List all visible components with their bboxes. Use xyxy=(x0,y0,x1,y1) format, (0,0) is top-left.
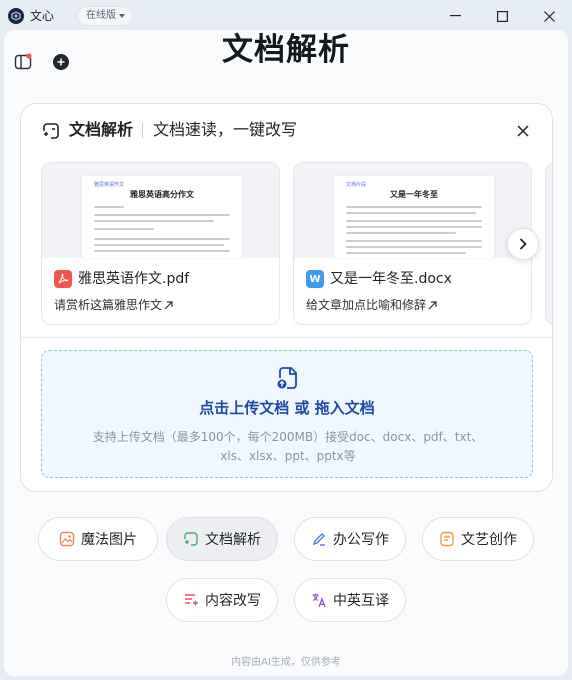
file-name: 又是一年冬至.docx xyxy=(330,271,452,287)
note-icon xyxy=(440,531,454,547)
chip-label: 办公写作 xyxy=(333,532,389,548)
preview-header: 文档片段 xyxy=(346,182,367,188)
card-title: 文档解析 xyxy=(69,120,134,139)
minimize-icon xyxy=(449,15,461,17)
word-icon: W xyxy=(306,270,324,288)
caret-down-icon xyxy=(119,14,125,18)
chip-office-writing[interactable]: 办公写作 xyxy=(294,517,406,561)
pdf-icon xyxy=(54,270,72,288)
pen-icon xyxy=(312,533,325,546)
card-header: 文档解析 文档速读，一键改写 xyxy=(21,104,552,158)
version-selector[interactable]: 在线版 xyxy=(77,6,133,26)
file-name: 雅思英语作文.pdf xyxy=(78,271,190,287)
doc-parse-card: 文档解析 文档速读，一键改写 雅思英语作文 雅思英语高分作文 雅思英语作文.pd… xyxy=(20,103,553,492)
preview-title: 雅思英语高分作文 xyxy=(130,190,194,199)
doc-thumbnail: 文档片段 又是一年冬至 xyxy=(334,176,494,258)
page-title: 文档解析 xyxy=(222,32,350,68)
arrow-up-right-icon xyxy=(164,300,173,309)
translate-icon xyxy=(312,593,326,608)
app-name: 文心 xyxy=(30,9,55,23)
app-logo-icon xyxy=(8,8,24,24)
file-prompt: 请赏析这篇雅思作文 xyxy=(54,298,163,312)
close-window-button[interactable] xyxy=(526,0,572,32)
chip-label: 中英互译 xyxy=(333,593,389,609)
close-icon xyxy=(543,10,555,22)
chip-translate[interactable]: 中英互译 xyxy=(294,578,406,622)
upload-hint: 支持上传文档（最多100个，每个200MB）接受doc、docx、pdf、txt… xyxy=(92,430,484,463)
ai-disclaimer: 内容由AI生成，仅供参考 xyxy=(231,657,341,668)
sample-file-card-docx[interactable]: 文档片段 又是一年冬至 W 又是一年冬至.docx 给文章加点比喻和修辞 xyxy=(293,162,532,325)
file-upload-icon xyxy=(277,367,297,389)
chip-magic-image[interactable]: 魔法图片 xyxy=(38,517,158,561)
carousel-next-button[interactable] xyxy=(507,228,539,260)
minimize-button[interactable] xyxy=(432,0,478,32)
upload-title: 点击上传文档 或 拖入文档 xyxy=(199,399,375,417)
chip-label: 文艺创作 xyxy=(461,532,517,548)
maximize-button[interactable] xyxy=(479,0,525,32)
main-panel: 文档解析 文档解析 文档速读，一键改写 雅思英语作文 雅思英语高分作文 雅思英语… xyxy=(4,30,568,676)
doc-parse-icon xyxy=(184,532,198,546)
rewrite-icon xyxy=(185,594,198,606)
card-close-button[interactable] xyxy=(513,121,533,141)
title-divider xyxy=(142,123,143,138)
arrow-up-right-icon xyxy=(428,300,437,309)
title-bar: 文心 在线版 xyxy=(0,0,572,32)
card-subtitle: 文档速读，一键改写 xyxy=(153,120,298,139)
chip-label: 文档解析 xyxy=(205,532,261,548)
file-preview: 文档片段 又是一年冬至 xyxy=(294,163,531,258)
chip-creative-writing[interactable]: 文艺创作 xyxy=(422,517,534,561)
preview-title: 又是一年冬至 xyxy=(390,190,438,199)
chip-doc-parse[interactable]: 文档解析 xyxy=(166,517,278,561)
file-preview: 雅思英语作文 雅思英语高分作文 xyxy=(42,163,279,258)
upload-dropzone[interactable]: 点击上传文档 或 拖入文档 支持上传文档（最多100个，每个200MB）接受do… xyxy=(41,350,533,478)
divider xyxy=(21,337,552,338)
image-icon xyxy=(59,531,75,547)
chevron-right-icon xyxy=(519,238,527,250)
preview-header: 雅思英语作文 xyxy=(94,182,125,188)
file-prompt: 给文章加点比喻和修辞 xyxy=(306,298,427,312)
close-icon xyxy=(517,125,529,137)
maximize-icon xyxy=(496,10,508,22)
doc-parse-icon xyxy=(43,123,59,139)
sample-file-card-partial[interactable] xyxy=(545,162,552,325)
chip-content-rewrite[interactable]: 内容改写 xyxy=(166,578,278,622)
version-label: 在线版 xyxy=(86,10,116,21)
chip-label: 魔法图片 xyxy=(81,532,137,548)
chip-label: 内容改写 xyxy=(205,593,261,609)
sample-file-card-pdf[interactable]: 雅思英语作文 雅思英语高分作文 雅思英语作文.pdf 请赏析这篇雅思作文 xyxy=(41,162,280,325)
doc-thumbnail: 雅思英语作文 雅思英语高分作文 xyxy=(82,176,242,258)
